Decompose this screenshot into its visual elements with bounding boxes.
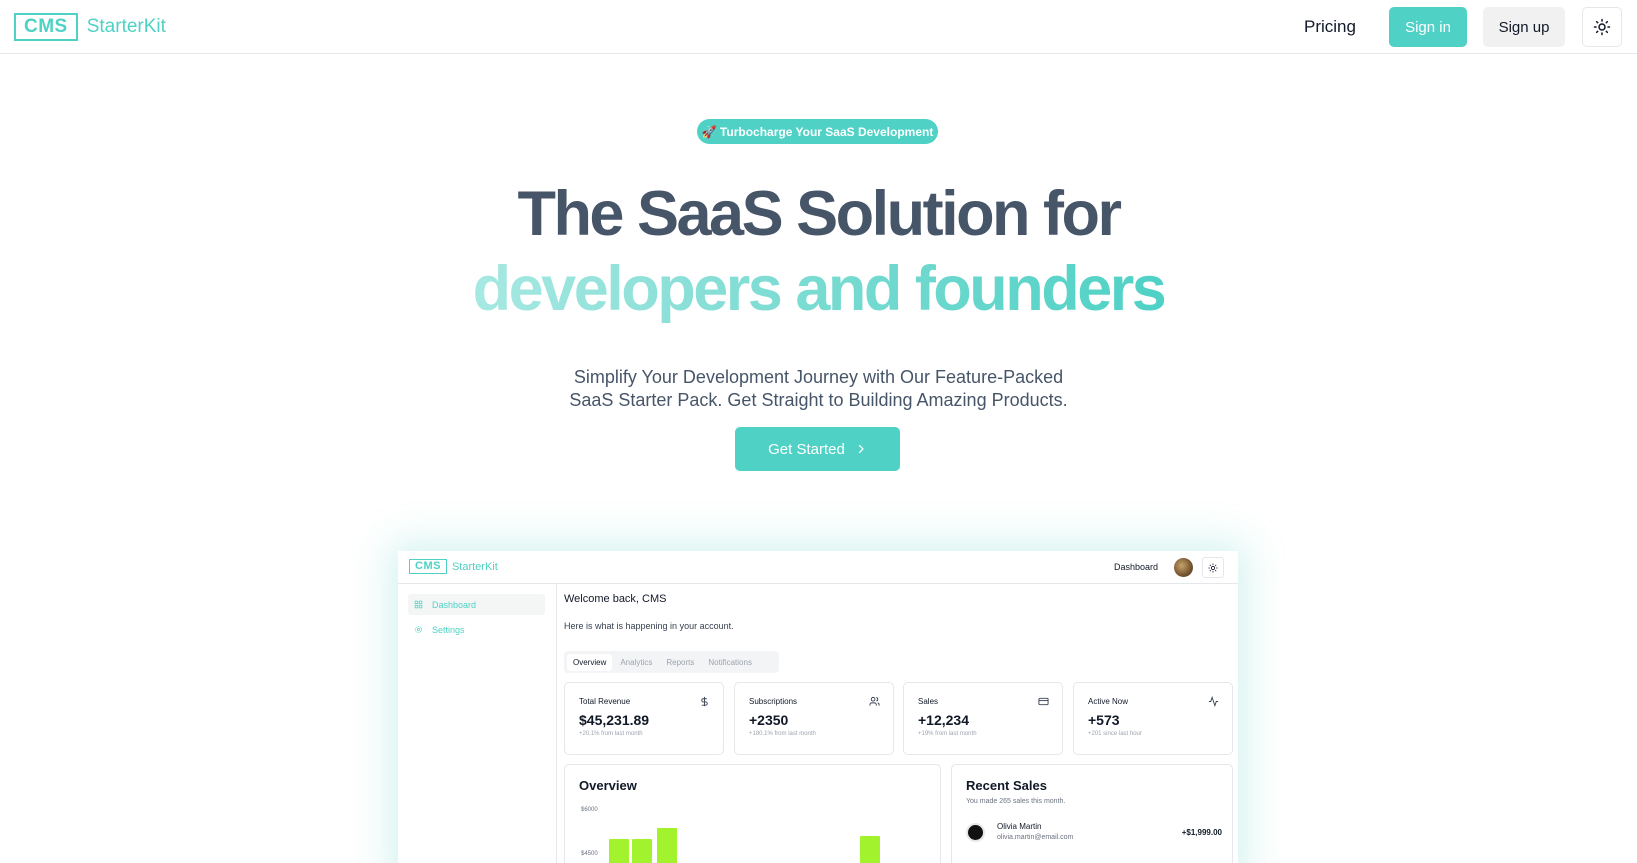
top-nav: CMS StarterKit Pricing Sign in Sign up [0,0,1637,54]
users-icon [869,696,880,706]
recent-sales-description: You made 265 sales this month. [966,798,1066,805]
sidebar-item-label: Dashboard [432,599,477,610]
preview-header: CMS StarterKit Dashboard [398,551,1238,584]
stat-label: Sales [918,697,939,706]
preview-logo-text: StarterKit [451,560,498,573]
hero-title-line1: The SaaS Solution for [517,179,1122,249]
logo-text: StarterKit [86,16,166,37]
nav-link-pricing[interactable]: Pricing [1304,17,1356,37]
preview-logo-mark: CMS [409,559,447,574]
stat-value: +2350 [749,712,789,728]
welcome-heading: Welcome back, CMS [564,593,667,605]
tab-analytics: Analytics [620,657,653,667]
stat-change: +180.1% from last month [749,731,816,737]
tab-notifications: Notifications [708,657,752,667]
hero-title-line2: developers and founders [0,253,1637,325]
sign-up-button[interactable]: Sign up [1483,7,1565,47]
stat-label: Subscriptions [749,697,798,706]
hero-subtitle: Simplify Your Development Journey with O… [0,366,1637,412]
gear-icon [415,626,422,633]
hero-badge: 🚀 Turbocharge Your SaaS Development [697,119,938,144]
stat-change: +19% from last month [918,731,977,737]
stat-value: +573 [1088,712,1120,728]
stat-card-sales: Sales +12,234 +19% from last month [903,682,1063,755]
stat-label: Active Now [1088,697,1129,706]
brand-logo[interactable]: CMS StarterKit [14,13,166,41]
sun-icon [1593,18,1611,36]
stat-change: +201 since last hour [1088,731,1142,737]
list-item: Olivia Martin olivia.martin@email.com +$… [966,820,1222,846]
stat-value: $45,231.89 [579,712,650,728]
stat-value: +12,234 [918,712,969,728]
sign-in-button[interactable]: Sign in [1389,7,1467,47]
hero-subtitle-line1: Simplify Your Development Journey with O… [573,367,1064,387]
avatar [1174,558,1193,577]
grid-icon [414,600,423,609]
chart-bar [609,839,629,863]
chart-bar [657,827,677,863]
y-tick-label: $4500 [581,851,598,857]
chart-bar [860,836,880,863]
y-tick-label: $6000 [581,807,598,813]
hero-subtitle-line2: SaaS Starter Pack. Get Straight to Build… [569,390,1068,410]
overview-title: Overview [579,778,637,793]
stat-change: +20.1% from last month [579,731,643,737]
sidebar-item-label: Settings [432,624,465,635]
preview-dashboard-link: Dashboard [1114,562,1159,572]
sale-email: olivia.martin@email.com [997,834,1074,841]
preview-tabs: Overview Analytics Reports Notifications [564,651,779,673]
stat-card-revenue: Total Revenue $45,231.89 +20.1% from las… [564,682,724,755]
sale-name: Olivia Martin [997,822,1042,831]
chart-bar [632,839,652,863]
tab-overview: Overview [567,653,613,671]
stat-card-subscriptions: Subscriptions +2350 +180.1% from last mo… [734,682,894,755]
preview-sidebar: Dashboard Settings [398,584,557,863]
sun-icon [1208,562,1218,573]
sidebar-item-settings: Settings [408,619,545,640]
stat-card-active-now: Active Now +573 +201 since last hour [1073,682,1233,755]
tab-reports: Reports [666,657,695,667]
logo-mark: CMS [14,13,78,41]
get-started-button[interactable]: Get Started [735,427,900,471]
sale-amount: +$1,999.00 [1181,828,1222,837]
chevron-right-icon [858,444,864,454]
welcome-subtext: Here is what is happening in your accoun… [564,621,734,631]
avatar [966,823,985,842]
dollar-icon [701,696,708,707]
hero-title-gradient-text: developers and founders [472,254,1167,324]
recent-sales-title: Recent Sales [966,778,1047,793]
recent-sales-card: Recent Sales You made 265 sales this mon… [951,764,1233,863]
credit-card-icon [1038,697,1049,706]
dashboard-preview: CMS StarterKit Dashboard Dashboard Setti… [398,551,1238,863]
preview-logo: CMS StarterKit [409,559,498,574]
overview-card: Overview $6000 $4500 [564,764,941,863]
activity-icon [1208,696,1219,707]
theme-toggle-button[interactable] [1582,7,1622,47]
preview-theme-toggle [1202,557,1224,578]
get-started-label: Get Started [768,440,845,458]
stat-label: Total Revenue [579,697,631,706]
sidebar-item-dashboard: Dashboard [408,594,545,615]
